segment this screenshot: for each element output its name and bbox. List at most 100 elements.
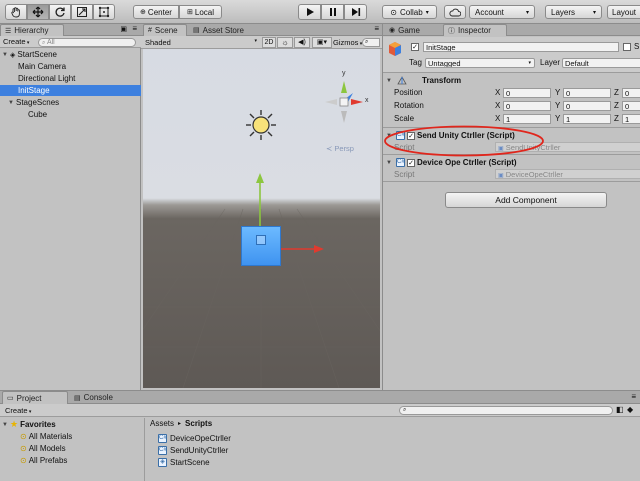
list-item[interactable]: ▼ ◈ StartScene bbox=[0, 49, 141, 60]
audio-toggle[interactable]: ◀) bbox=[294, 37, 310, 48]
collab-button[interactable]: ⊙ Collab ▾ bbox=[382, 5, 437, 19]
list-item[interactable]: Main Camera bbox=[0, 61, 141, 72]
rotation-y-field[interactable]: 0 bbox=[563, 101, 611, 111]
scale-z-field[interactable]: 1 bbox=[622, 114, 640, 124]
panel-menu-icon[interactable]: ≡ bbox=[132, 24, 137, 33]
list-item[interactable]: ▼ StageScnes bbox=[0, 97, 141, 108]
tab-inspector[interactable]: ⓘ Inspector bbox=[443, 24, 507, 36]
scene-search-input[interactable]: ⌕ bbox=[362, 38, 380, 47]
layer-dropdown[interactable]: Default bbox=[562, 58, 640, 68]
account-dropdown[interactable]: Account ▾ bbox=[469, 5, 535, 19]
directional-light-icon[interactable] bbox=[245, 109, 277, 141]
object-name-field[interactable]: InitStage bbox=[423, 42, 619, 52]
tab-scene[interactable]: # Scene bbox=[143, 24, 187, 36]
position-x-field[interactable]: 0 bbox=[503, 88, 551, 98]
panel-menu-icon[interactable]: ≡ bbox=[631, 392, 636, 401]
gizmos-dropdown[interactable]: Gizmos ▾ bbox=[333, 38, 362, 47]
filter-by-type-icon[interactable]: ◧ bbox=[616, 405, 624, 414]
favorites-header[interactable]: ▼ ★ Favorites bbox=[0, 419, 144, 430]
play-button[interactable] bbox=[298, 4, 321, 20]
list-item[interactable]: ⊙ All Materials bbox=[0, 431, 144, 442]
project-create-dropdown[interactable]: Create ▾ bbox=[5, 406, 31, 415]
rotation-x-field[interactable]: 0 bbox=[503, 101, 551, 111]
speaker-icon: ◀) bbox=[298, 39, 306, 46]
layout-dropdown[interactable]: Layout bbox=[607, 5, 640, 19]
filter-by-label-icon[interactable]: ◆ bbox=[627, 405, 633, 414]
gizmo-axis-y-label: y bbox=[342, 70, 346, 77]
scale-x-field[interactable]: 1 bbox=[503, 114, 551, 124]
toggle-2d-button[interactable]: 2D bbox=[262, 37, 276, 48]
project-tab-label: Project bbox=[16, 393, 42, 403]
orientation-gizmo[interactable]: y x bbox=[321, 70, 369, 125]
step-button[interactable] bbox=[344, 4, 367, 20]
file-label: StartScene bbox=[170, 458, 210, 467]
gizmo-axis-x-label: x bbox=[365, 97, 369, 104]
search-icon: ⌕ bbox=[42, 39, 46, 46]
list-item[interactable]: C# SendUnityCtrller bbox=[146, 445, 640, 456]
cloud-button[interactable] bbox=[444, 5, 466, 19]
project-search-input[interactable]: ⌕ bbox=[399, 406, 613, 415]
list-item[interactable]: ⊙ All Prefabs bbox=[0, 455, 144, 466]
list-item[interactable]: Cube bbox=[0, 109, 141, 120]
transform-header[interactable]: ▼ Transform bbox=[386, 76, 461, 85]
project-tabbar: ▭ Project ▤ Console ≡ bbox=[0, 391, 640, 404]
script-value: DeviceOpeCtrller bbox=[505, 170, 563, 179]
tab-console[interactable]: ▤ Console bbox=[70, 391, 130, 404]
pivot-center-button[interactable]: ⊕ Center bbox=[133, 5, 179, 19]
breadcrumb-current[interactable]: Scripts bbox=[185, 419, 212, 428]
shading-mode-dropdown[interactable]: Shaded ▾ bbox=[145, 38, 257, 47]
tab-asset-store[interactable]: ▤ Asset Store bbox=[189, 24, 267, 36]
item-label: Cube bbox=[28, 110, 48, 119]
list-item[interactable]: Directional Light bbox=[0, 73, 141, 84]
script-reference-field: ▣ DeviceOpeCtrller bbox=[495, 169, 640, 179]
pivot-local-button[interactable]: ⊞ Local bbox=[179, 5, 222, 19]
hand-tool-button[interactable] bbox=[5, 4, 27, 20]
list-item[interactable]: ⊙ All Models bbox=[0, 443, 144, 454]
scale-y-field[interactable]: 1 bbox=[563, 114, 611, 124]
search-icon: ⌕ bbox=[365, 39, 369, 45]
item-label: All Materials bbox=[28, 432, 73, 441]
component-enabled-checkbox[interactable]: ✓ bbox=[407, 158, 415, 167]
effects-dropdown[interactable]: ▣▾ bbox=[312, 37, 332, 48]
list-item-selected[interactable]: InitStage bbox=[0, 85, 141, 96]
scale-tool-button[interactable] bbox=[71, 4, 93, 20]
sun-icon: ☼ bbox=[281, 38, 289, 47]
move-tool-button[interactable] bbox=[27, 4, 49, 20]
search-filter-icon: ⊙ bbox=[20, 432, 27, 441]
star-icon: ★ bbox=[10, 419, 19, 429]
position-z-field[interactable]: 0 bbox=[622, 88, 640, 98]
add-component-button[interactable]: Add Component bbox=[445, 192, 607, 208]
cube-object[interactable] bbox=[241, 226, 281, 266]
scene-toolbar: Shaded ▾ 2D ☼ ◀) ▣▾ Gizmos ▾ ⌕ bbox=[141, 36, 382, 49]
pause-button[interactable] bbox=[321, 4, 344, 20]
list-item[interactable]: ◈ StartScene bbox=[146, 457, 640, 468]
rotate-tool-button[interactable] bbox=[49, 4, 71, 20]
console-icon: ▤ bbox=[74, 394, 81, 402]
active-checkbox[interactable]: ✓ bbox=[411, 43, 419, 51]
static-checkbox[interactable] bbox=[623, 43, 631, 51]
breadcrumb-root[interactable]: Assets bbox=[150, 419, 174, 428]
tag-dropdown[interactable]: Untagged ▾ bbox=[425, 58, 535, 68]
object-header: ✓ InitStage S Tag Untagged ▾ Layer Defaul… bbox=[383, 37, 640, 73]
lock-icon[interactable]: ▣ bbox=[120, 25, 127, 33]
component-header[interactable]: ▼ C# ✓ Device Ope Ctrller (Script) bbox=[386, 158, 517, 167]
list-item[interactable]: C# DeviceOpeCtrller bbox=[146, 433, 640, 444]
persp-label[interactable]: ≺ Persp bbox=[326, 144, 354, 153]
rect-tool-button[interactable] bbox=[93, 4, 115, 20]
tab-project[interactable]: ▭ Project bbox=[2, 391, 68, 404]
scene-viewport[interactable]: y x ≺ Persp bbox=[143, 49, 380, 388]
rotation-z-field[interactable]: 0 bbox=[622, 101, 640, 111]
project-file-list: Assets ▸ Scripts C# DeviceOpeCtrller C# … bbox=[146, 418, 640, 481]
lighting-toggle[interactable]: ☼ bbox=[277, 37, 293, 48]
layers-dropdown[interactable]: Layers ▾ bbox=[545, 5, 602, 19]
dropdown-arrow-icon: ▾ bbox=[254, 38, 257, 44]
position-y-field[interactable]: 0 bbox=[563, 88, 611, 98]
move-arrows-icon bbox=[32, 6, 44, 18]
tab-hierarchy[interactable]: ☰ Hierarchy bbox=[0, 24, 64, 36]
hierarchy-create-dropdown[interactable]: Create ▾ bbox=[3, 37, 29, 46]
hierarchy-search-input[interactable]: ⌕ All bbox=[38, 37, 136, 47]
center-label: Center bbox=[147, 7, 172, 17]
panel-menu-icon[interactable]: ≡ bbox=[374, 24, 379, 33]
tab-game[interactable]: ◉ Game bbox=[385, 24, 429, 36]
asset-store-icon: ▤ bbox=[193, 27, 200, 34]
